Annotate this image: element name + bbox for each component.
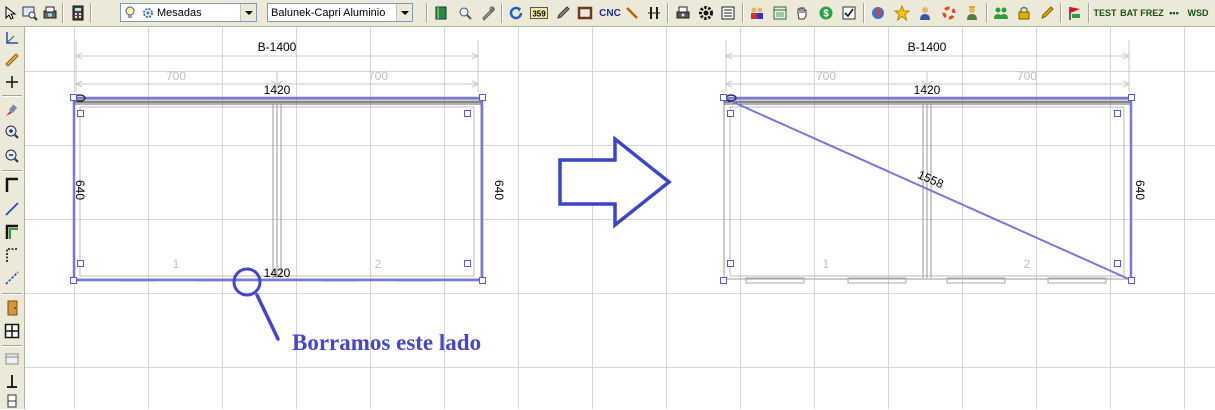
refresh-icon[interactable] xyxy=(507,3,525,23)
right-sub-dimension-1: 700 xyxy=(816,69,836,83)
search-icon[interactable] xyxy=(456,3,474,23)
panel-icon[interactable] xyxy=(3,350,21,368)
left-sub-dimension-1: 700 xyxy=(166,69,186,83)
chevron-down-icon[interactable] xyxy=(240,4,256,21)
lifebuoy-icon[interactable] xyxy=(940,3,958,23)
chevron-down-icon[interactable] xyxy=(396,4,412,21)
highlight-circle xyxy=(232,267,262,297)
right-pane-2-label: 2 xyxy=(1024,257,1031,271)
wsd-label: WSD xyxy=(1187,8,1209,18)
diagonal-icon[interactable] xyxy=(3,269,21,287)
knife-icon[interactable] xyxy=(623,3,641,23)
dashed-frame-icon[interactable] xyxy=(3,246,21,264)
gear-icon[interactable] xyxy=(697,3,715,23)
left-bottom-side-length: 1420 xyxy=(264,266,291,280)
zoom-window-icon[interactable] xyxy=(21,3,39,23)
right-overall-dimension: B-1400 xyxy=(908,40,947,54)
test-button[interactable]: TEST xyxy=(1093,3,1117,23)
grid-icon[interactable] xyxy=(3,322,21,340)
dots-button[interactable]: ••• xyxy=(1165,3,1183,23)
left-overall-dimension: B-1400 xyxy=(258,40,297,54)
book-icon[interactable] xyxy=(432,3,450,23)
left-left-side-length: 640 xyxy=(73,180,87,200)
highlight-pointer xyxy=(255,293,280,341)
zoom-in-icon[interactable] xyxy=(3,123,21,141)
left-top-side-length: 1420 xyxy=(264,83,291,97)
flag-icon[interactable] xyxy=(1066,3,1084,23)
wsd-button[interactable]: WSD xyxy=(1187,3,1209,23)
star-icon[interactable] xyxy=(893,3,911,23)
bulb-icon xyxy=(124,6,136,20)
tools-icon[interactable] xyxy=(479,3,497,23)
person-icon[interactable] xyxy=(916,3,934,23)
side-toolbar xyxy=(0,27,25,409)
line-icon[interactable] xyxy=(3,200,21,218)
cnc-button[interactable]: CNC xyxy=(599,3,621,23)
left-selection-handles[interactable] xyxy=(70,94,486,284)
profile-l-icon[interactable] xyxy=(3,223,21,241)
bat-button[interactable]: BAT xyxy=(1120,3,1138,23)
brush-icon[interactable] xyxy=(3,101,21,119)
code-icon[interactable]: 359 xyxy=(529,3,549,23)
printer-icon[interactable] xyxy=(674,3,692,23)
left-right-side-length: 640 xyxy=(492,180,506,200)
main-toolbar: Mesadas Balunek-Capri Aluminio 359 CNC $… xyxy=(0,0,1215,27)
stand-icon[interactable] xyxy=(3,372,21,390)
right-right-side-length: 640 xyxy=(1133,180,1147,200)
right-drawing: B-1400 700 700 1 2 1420 1558 640 xyxy=(720,40,1147,284)
tag-359: 359 xyxy=(532,10,546,19)
left-pane-1-label: 1 xyxy=(173,257,180,271)
zoom-out-icon[interactable] xyxy=(3,147,21,165)
edit-icon[interactable] xyxy=(1038,3,1056,23)
left-selection-outline[interactable] xyxy=(72,96,484,282)
mesadas-combo-value: Mesadas xyxy=(157,6,202,19)
checkbox-icon[interactable] xyxy=(840,3,858,23)
bat-label: BAT xyxy=(1120,8,1138,18)
profile-combo-value: Balunek-Capri Aluminio xyxy=(271,6,386,19)
right-top-side-length: 1420 xyxy=(914,83,941,97)
worker-icon[interactable] xyxy=(963,3,981,23)
list-icon[interactable] xyxy=(719,3,737,23)
right-sub-dimension-2: 700 xyxy=(1017,69,1037,83)
hand-icon[interactable] xyxy=(793,3,811,23)
transition-arrow xyxy=(558,135,672,229)
svg-text:$: $ xyxy=(823,9,829,20)
cnc-label: CNC xyxy=(599,7,621,19)
window-icon[interactable] xyxy=(771,3,789,23)
divider-icon[interactable] xyxy=(645,3,663,23)
frame-icon[interactable] xyxy=(576,3,594,23)
frez-button[interactable]: FREZ xyxy=(1140,3,1164,23)
test-label: TEST xyxy=(1093,8,1117,18)
door-icon[interactable] xyxy=(3,299,21,317)
right-pane-1-label: 1 xyxy=(823,257,830,271)
dimension-icon[interactable] xyxy=(3,29,21,47)
left-drawing: B-1400 700 700 1 2 1420 1420 640 640 xyxy=(70,40,506,284)
small-panel-icon[interactable] xyxy=(3,392,21,410)
right-window-frame xyxy=(723,99,1132,284)
users-icon[interactable] xyxy=(748,3,766,23)
drawing-canvas[interactable]: B-1400 700 700 1 2 1420 1420 640 640 Bor… xyxy=(25,27,1215,409)
calculator-icon[interactable] xyxy=(69,3,87,23)
print-preview-icon[interactable] xyxy=(41,3,59,23)
money-icon[interactable]: $ xyxy=(817,3,835,23)
cross-icon[interactable] xyxy=(3,73,21,91)
gear-icon xyxy=(142,7,154,19)
left-window-frame xyxy=(73,99,482,282)
pointer-icon[interactable] xyxy=(2,3,20,23)
group-icon[interactable] xyxy=(992,3,1010,23)
profile-combo[interactable]: Balunek-Capri Aluminio xyxy=(267,3,413,22)
dots-label: ••• xyxy=(1169,8,1179,18)
left-sub-dimension-2: 700 xyxy=(368,69,388,83)
corner-profile-icon[interactable] xyxy=(3,176,21,194)
pencil-icon[interactable] xyxy=(554,3,572,23)
globe-icon[interactable] xyxy=(869,3,887,23)
frez-label: FREZ xyxy=(1140,8,1164,18)
mesadas-combo[interactable]: Mesadas xyxy=(120,3,257,22)
ruler-icon[interactable] xyxy=(3,51,21,69)
left-pane-2-label: 2 xyxy=(375,257,382,271)
lock-icon[interactable] xyxy=(1015,3,1033,23)
annotation-caption: Borramos este lado xyxy=(292,330,481,355)
